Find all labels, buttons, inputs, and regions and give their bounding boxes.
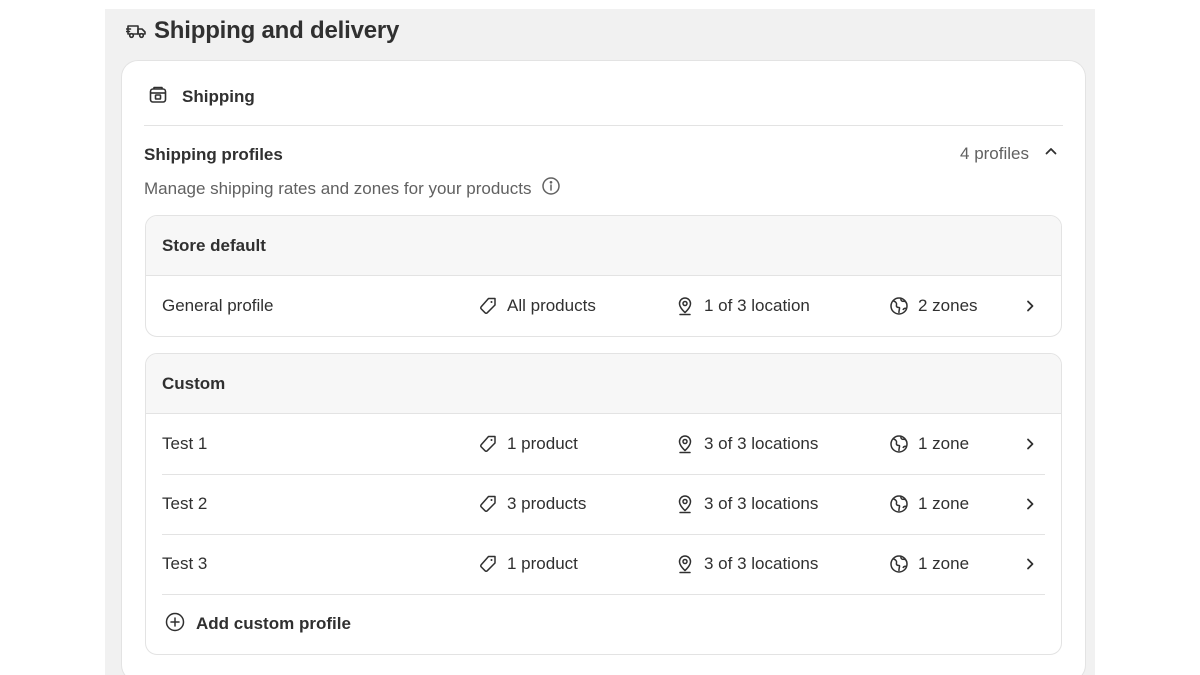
location-pin-icon [678, 555, 692, 574]
package-icon [148, 85, 168, 110]
profile-products: 1 product [478, 554, 578, 574]
profile-row-test-2[interactable]: Test 2 3 products 3 of 3 locations 1 zon… [146, 474, 1061, 534]
locations-label: 3 of 3 locations [704, 554, 819, 573]
page-title: Shipping and delivery [154, 17, 400, 44]
globe-icon [890, 555, 908, 573]
chevron-right-icon [1022, 496, 1038, 512]
profile-zones: 1 zone [889, 554, 969, 574]
chevron-right-icon [1022, 298, 1038, 314]
tag-icon [480, 297, 496, 314]
page-header: Shipping and delivery [126, 14, 399, 48]
locations-label: 3 of 3 locations [704, 434, 819, 453]
group-header: Store default [146, 216, 1061, 276]
tag-icon [480, 495, 496, 512]
store-default-group: Store default General profile All produc… [145, 215, 1062, 337]
profile-products: All products [478, 296, 596, 316]
locations-label: 1 of 3 location [704, 296, 810, 315]
globe-icon [890, 495, 908, 513]
divider [144, 125, 1063, 126]
profile-row-test-1[interactable]: Test 1 1 product 3 of 3 locations 1 zone [146, 414, 1061, 474]
tag-icon [480, 555, 496, 572]
locations-label: 3 of 3 locations [704, 494, 819, 513]
chevron-right-icon [1022, 436, 1038, 452]
products-label: 1 product [507, 434, 578, 453]
profiles-count: 4 profiles [960, 143, 1029, 163]
profile-row-test-3[interactable]: Test 3 1 product 3 of 3 locations 1 zone [146, 534, 1061, 594]
add-custom-profile-button[interactable]: Add custom profile [146, 594, 1061, 654]
globe-icon [890, 297, 908, 315]
truck-icon [126, 20, 148, 42]
zones-label: 1 zone [918, 554, 970, 573]
card-header: Shipping [148, 85, 255, 109]
globe-icon [890, 435, 908, 453]
custom-group: Custom Test 1 1 product 3 of 3 locations… [145, 353, 1062, 655]
products-label: 1 product [507, 554, 578, 573]
products-label: All products [507, 296, 596, 315]
profile-zones: 2 zones [889, 296, 978, 316]
profile-locations: 3 of 3 locations [675, 494, 818, 514]
shipping-profiles-title: Shipping profiles [144, 145, 283, 164]
profile-name: General profile [162, 296, 274, 315]
products-label: 3 products [507, 494, 587, 513]
profile-zones: 1 zone [889, 434, 969, 454]
profile-locations: 1 of 3 location [675, 296, 810, 316]
location-pin-icon [678, 435, 692, 454]
card-title: Shipping [182, 87, 255, 106]
shipping-card: Shipping Shipping profiles Manage shippi… [122, 61, 1085, 675]
zones-label: 1 zone [918, 434, 970, 453]
group-header: Custom [146, 354, 1061, 414]
location-pin-icon [678, 495, 692, 514]
plus-circle-icon [164, 611, 186, 638]
profile-name: Test 2 [162, 494, 208, 513]
description-text: Manage shipping rates and zones for your… [144, 178, 532, 198]
profile-products: 1 product [478, 434, 578, 454]
add-custom-profile-label: Add custom profile [196, 614, 351, 633]
profile-row-general[interactable]: General profile All products 1 of 3 loca… [146, 276, 1061, 336]
location-pin-icon [678, 297, 692, 316]
tag-icon [480, 435, 496, 452]
profile-name: Test 3 [162, 554, 208, 573]
info-icon[interactable] [541, 176, 561, 201]
profiles-collapse-toggle[interactable]: 4 profiles [960, 143, 1059, 164]
profile-locations: 3 of 3 locations [675, 434, 818, 454]
zones-label: 1 zone [918, 494, 970, 513]
profile-name: Test 1 [162, 434, 208, 453]
shipping-profiles-description: Manage shipping rates and zones for your… [144, 176, 561, 201]
profile-zones: 1 zone [889, 494, 969, 514]
chevron-up-icon [1043, 143, 1059, 164]
chevron-right-icon [1022, 556, 1038, 572]
profile-locations: 3 of 3 locations [675, 554, 818, 574]
profile-products: 3 products [478, 494, 586, 514]
zones-label: 2 zones [918, 296, 978, 315]
